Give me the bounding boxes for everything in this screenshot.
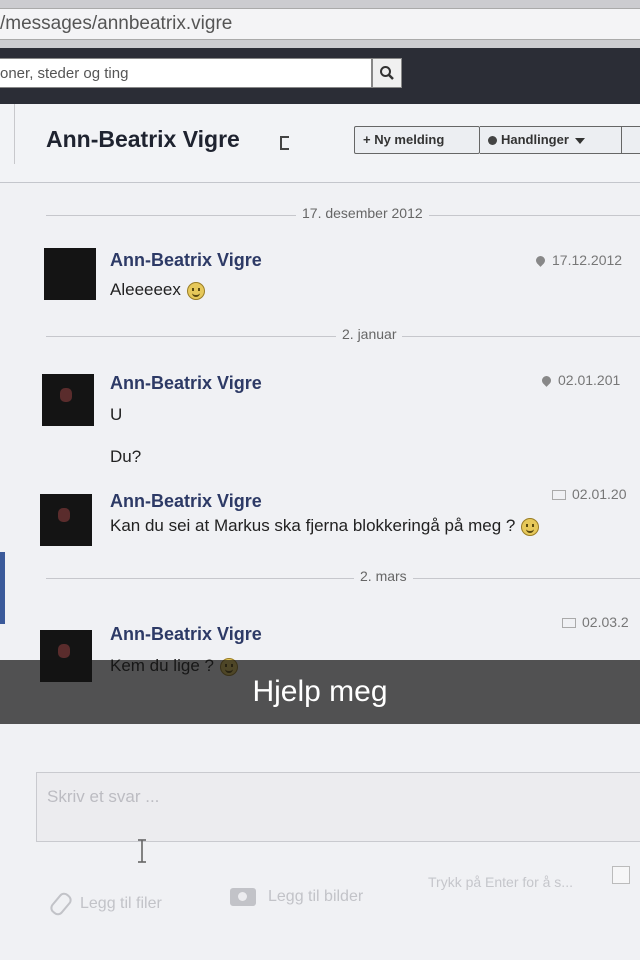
attach-files-button[interactable]: Legg til filer <box>47 890 162 918</box>
camera-icon <box>230 888 256 906</box>
timestamp-text: 02.01.201 <box>558 372 621 388</box>
new-message-button[interactable]: + Ny melding <box>354 126 480 154</box>
conversation-status-icon <box>280 136 289 150</box>
message-sender[interactable]: Ann-Beatrix Vigre <box>110 491 262 512</box>
message-text: Kan du sei at Markus ska fjerna blokkeri… <box>110 516 540 536</box>
attach-photos-button[interactable]: Legg til bilder <box>230 888 363 906</box>
reply-input[interactable]: Skriv et svar ... <box>36 772 640 842</box>
conversation-header: Ann-Beatrix Vigre + Ny melding Handlinge… <box>0 104 640 183</box>
sidebar-edge <box>0 104 15 164</box>
gear-icon <box>488 136 497 146</box>
timestamp-text: 17.12.2012 <box>552 252 623 268</box>
message-timestamp[interactable]: 17.12.2012 <box>534 252 623 268</box>
timestamp-text: 02.03.2 <box>582 614 629 630</box>
smiley-icon <box>521 517 540 536</box>
actions-label: Handlinger <box>501 132 569 147</box>
avatar[interactable] <box>42 374 94 426</box>
date-separator-label: 2. januar <box>336 326 403 342</box>
browser-toolbar: /messages/annbeatrix.vigre <box>0 0 640 49</box>
message-timestamp[interactable]: 02.03.2 <box>562 614 629 630</box>
message-text: Aleeeeex <box>110 280 205 300</box>
search-input[interactable]: oner, steder og ting <box>0 58 372 88</box>
message-sender[interactable]: Ann-Beatrix Vigre <box>110 624 262 645</box>
smiley-icon <box>186 281 205 300</box>
date-separator: 2. mars <box>46 568 640 588</box>
location-pin-icon <box>540 374 553 387</box>
facebook-top-bar: oner, steder og ting <box>0 48 640 104</box>
avatar[interactable] <box>40 494 92 546</box>
date-separator-label: 2. mars <box>354 568 413 584</box>
message-sender[interactable]: Ann-Beatrix Vigre <box>110 373 262 394</box>
actions-button[interactable]: Handlinger <box>480 126 622 154</box>
chat-icon <box>552 490 566 501</box>
date-separator: 17. desember 2012 <box>46 205 640 225</box>
conversation-title: Ann-Beatrix Vigre <box>46 126 240 152</box>
message-body: Kan du sei at Markus ska fjerna blokkeri… <box>110 516 516 535</box>
address-bar[interactable]: /messages/annbeatrix.vigre <box>0 8 640 40</box>
text-cursor-icon <box>138 839 146 863</box>
new-message-label: + Ny melding <box>363 132 445 147</box>
message-sender[interactable]: Ann-Beatrix Vigre <box>110 250 262 271</box>
message-body: Aleeeeex <box>110 280 181 299</box>
message-line: Du? <box>110 447 142 466</box>
date-separator: 2. januar <box>46 326 640 346</box>
avatar[interactable] <box>44 248 96 300</box>
enter-to-send-checkbox[interactable] <box>612 866 630 884</box>
timestamp-text: 02.01.20 <box>572 486 627 502</box>
chat-icon <box>562 618 576 629</box>
sidebar-scroll-indicator <box>0 552 5 624</box>
message-timestamp[interactable]: 02.01.201 <box>540 372 621 388</box>
enter-to-send-label: Trykk på Enter for å s... <box>428 874 573 890</box>
attach-photos-label: Legg til bilder <box>268 888 364 906</box>
search-button[interactable] <box>372 58 402 88</box>
message-timestamp[interactable]: 02.01.20 <box>552 486 627 502</box>
caption-text: Hjelp meg <box>252 675 388 708</box>
more-button[interactable] <box>622 126 640 154</box>
date-separator-label: 17. desember 2012 <box>296 205 429 221</box>
message-line: U <box>110 405 123 424</box>
chevron-down-icon <box>574 137 585 144</box>
reply-placeholder: Skriv et svar ... <box>47 787 160 806</box>
search-icon <box>380 66 394 80</box>
attach-files-label: Legg til filer <box>80 895 162 913</box>
caption-overlay: Hjelp meg <box>0 660 640 724</box>
location-pin-icon <box>534 254 547 267</box>
